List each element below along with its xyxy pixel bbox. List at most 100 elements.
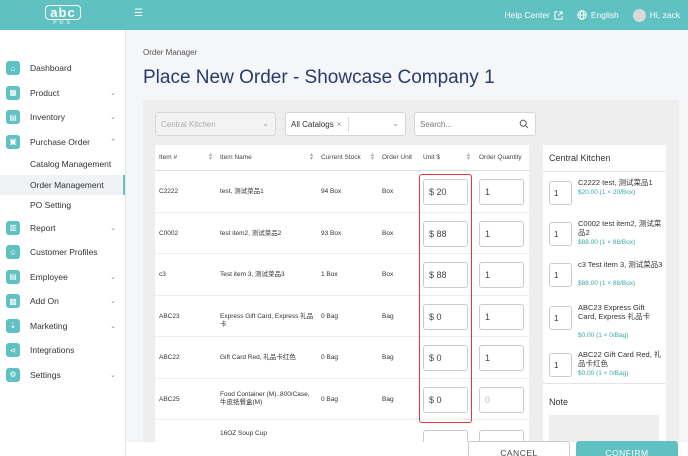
order-items-table: Item # ▴ ▾ Item Name ▴ ▾ Current Stock ▴ ▾ … — [155, 145, 529, 456]
search-box[interactable] — [414, 112, 536, 136]
sidebar-item-product[interactable]: ▦ Product ⌄ — [0, 81, 125, 106]
summary-quantity-input[interactable]: 1 — [549, 353, 572, 377]
column-header-label: Unit $ — [423, 154, 440, 161]
sidebar-item-label: Purchase Order — [30, 136, 90, 147]
item-number: ABC22 — [159, 354, 180, 361]
summary-quantity-input[interactable]: 1 — [549, 181, 572, 205]
column-header-label: Item # — [159, 154, 178, 161]
item-number: C0002 — [159, 229, 179, 237]
sidebar-item-label: Employee — [30, 271, 68, 282]
clear-selection-icon[interactable]: × — [337, 120, 342, 129]
sidebar-item-dashboard[interactable]: ⌂ Dashboard — [0, 56, 125, 81]
summary-title: Central Kitchen — [549, 153, 611, 163]
order-quantity-input[interactable]: 1 — [479, 262, 524, 288]
sidebar-item-label: Inventory — [30, 112, 65, 123]
sidebar-subitem-catalog-management[interactable]: Catalog Management — [0, 154, 125, 175]
sidebar-item-integrations[interactable]: ⋖ Integrations — [0, 338, 125, 363]
user-menu[interactable]: Hi, zack — [632, 8, 680, 22]
column-header-label: Item Name — [220, 154, 252, 161]
item-number: ABC25 — [159, 395, 180, 403]
catalog-select-value: All Catalogs — [291, 119, 334, 129]
column-header-label: Order Unit — [382, 154, 412, 161]
page-title: Place New Order - Showcase Company 1 — [143, 67, 495, 88]
avatar — [632, 8, 646, 22]
order-quantity-input[interactable]: 1 — [479, 303, 524, 330]
column-header-order-quantity: Order Quantity — [479, 145, 529, 170]
order-quantity-input[interactable]: 1 — [479, 179, 524, 205]
logo-sub-text: POS — [53, 19, 73, 26]
item-name: Gift Card Red, 礼品卡红色 — [220, 354, 296, 361]
current-stock: 0 Bag — [321, 395, 338, 403]
purchase-order-icon: ▣ — [6, 134, 20, 149]
chevron-down-icon: ⌄ — [262, 119, 269, 128]
chevron-down-icon: ⌄ — [110, 298, 116, 305]
sidebar-subitem-label: PO Setting — [30, 200, 72, 211]
summary-item: 1 ABC22 Gift Card Red, 礼品卡红色 $0.00 (1 × … — [549, 350, 663, 391]
summary-divider — [543, 171, 666, 172]
table-row: C0002 test item2, 测试菜品2 93 Box Box $ 88 … — [155, 213, 529, 254]
share-icon: ⋖ — [6, 343, 20, 358]
summary-quantity-input[interactable]: 1 — [549, 263, 572, 287]
sidebar-item-inventory[interactable]: ▤ Inventory ⌄ — [0, 105, 125, 130]
note-divider — [543, 383, 666, 384]
summary-item-price: $20.00 (1 × 20/Box) — [578, 189, 636, 196]
summary-quantity-input[interactable]: 1 — [549, 306, 572, 330]
column-header-label: Order Quantity — [479, 154, 522, 161]
catalog-select[interactable]: All Catalogs × ⌄ — [285, 112, 406, 136]
order-quantity-input[interactable]: 1 — [479, 220, 524, 247]
sidebar-subitem-po-setting[interactable]: PO Setting — [0, 195, 125, 216]
search-input[interactable] — [415, 113, 515, 135]
order-quantity-input[interactable]: 1 — [479, 345, 524, 371]
summary-item-price: $88.00 (1 × 88/Box) — [578, 280, 636, 287]
sidebar-item-marketing[interactable]: ⇣ Marketing ⌄ — [0, 314, 125, 339]
summary-item: 1 ABC23 Express Gift Card, Express 礼品卡 $… — [549, 303, 663, 344]
language-selector[interactable]: English — [577, 10, 619, 20]
sidebar-item-settings[interactable]: ⚙ Settings ⌄ — [0, 363, 125, 388]
select-divider — [348, 117, 349, 132]
item-name: Test item 3, 测试菜品3 — [220, 271, 285, 278]
top-bar: abc POS ☰ Help Center English Hi, zack — [0, 0, 688, 30]
table-row: ABC23 Express Gift Card, Express 礼品卡 0 B… — [155, 296, 529, 337]
kitchen-select: Central Kitchen ⌄ — [155, 112, 276, 136]
sort-icon: ▴ ▾ — [370, 152, 374, 162]
sidebar-item-customer-profiles[interactable]: ☺ Customer Profiles — [0, 240, 125, 265]
cancel-button[interactable]: CANCEL — [468, 441, 570, 456]
item-number: c3 — [159, 271, 166, 278]
sidebar-item-report[interactable]: ▥ Report ⌄ — [0, 216, 125, 241]
confirm-button[interactable]: CONFIRM — [576, 441, 678, 456]
summary-item: 1 C2222 test, 测试菜品1 $20.00 (1 × 20/Box) — [549, 178, 663, 219]
column-header-current-stock[interactable]: Current Stock ▴ ▾ — [321, 145, 377, 170]
menu-toggle-icon[interactable]: ☰ — [134, 9, 144, 19]
table-row: ABC22 Gift Card Red, 礼品卡红色 0 Bag Bag $ 0… — [155, 337, 529, 379]
item-name: Express Gift Card, Express 礼品卡 — [220, 312, 314, 328]
order-unit: Box — [382, 271, 394, 278]
column-header-item-no[interactable]: Item # ▴ ▾ — [159, 145, 215, 170]
order-summary-panel: Central Kitchen 1 C2222 test, 测试菜品1 $20.… — [543, 145, 666, 456]
grid-icon: ▦ — [6, 85, 20, 100]
summary-quantity-input[interactable]: 1 — [549, 222, 572, 246]
sidebar-item-add-on[interactable]: ▩ Add On ⌄ — [0, 289, 125, 314]
chevron-down-icon: ⌄ — [110, 371, 116, 379]
search-icon[interactable] — [519, 119, 529, 129]
item-name: test, 测试菜品1 — [220, 188, 264, 195]
sidebar-subitem-label: Catalog Management — [30, 159, 112, 170]
highlight-box — [419, 174, 472, 423]
brand-logo[interactable]: abc POS — [0, 0, 126, 30]
column-header-unit-price[interactable]: Unit $ ▴ ▾ — [423, 145, 473, 170]
help-center-link[interactable]: Help Center — [505, 10, 563, 20]
sort-icon: ▴ ▾ — [466, 152, 470, 162]
chevron-down-icon[interactable]: ⌄ — [392, 119, 399, 128]
sort-icon: ▴ ▾ — [208, 152, 212, 162]
sidebar-subitem-order-management[interactable]: Order Management — [0, 174, 125, 195]
sidebar-item-purchase-order[interactable]: ▣ Purchase Order ⌃ — [0, 130, 125, 155]
sidebar-item-employee[interactable]: ▤ Employee ⌄ — [0, 265, 125, 290]
summary-item-name: C0002 test item2, 测试菜品2 — [578, 219, 662, 237]
order-quantity-input[interactable]: 0 — [479, 386, 524, 413]
summary-item-name: ABC22 Gift Card Red, 礼品卡红色 — [578, 350, 662, 368]
chevron-down-icon: ⌄ — [110, 89, 116, 97]
column-header-item-name[interactable]: Item Name ▴ ▾ — [220, 145, 316, 170]
current-stock: 0 Bag — [321, 312, 338, 320]
main-content: Order Manager Place New Order - Showcase… — [126, 30, 688, 456]
breadcrumb[interactable]: Order Manager — [143, 48, 197, 57]
logo-main-text: abc — [45, 4, 81, 20]
